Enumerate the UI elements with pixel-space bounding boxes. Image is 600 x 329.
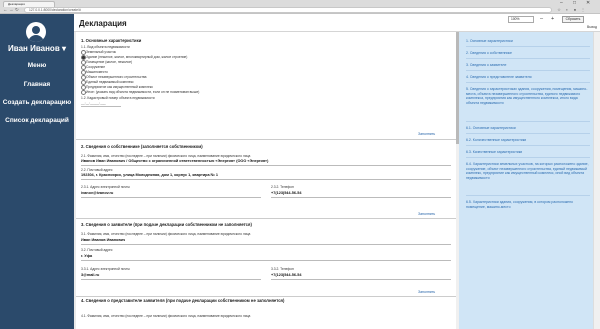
page-title: Декларация — [79, 19, 127, 28]
radio-premises[interactable]: Помещение (жилое, нежилое) — [81, 60, 132, 66]
field-underline — [81, 179, 451, 180]
owner-phone-field[interactable]: +7(123)544-56-54 — [271, 191, 302, 195]
toc-item[interactable]: 1. Основные характеристики — [466, 39, 590, 44]
owner-email-field[interactable]: ivanov@ivanov.ru — [81, 191, 113, 195]
exit-link[interactable]: Выход — [587, 25, 597, 29]
browser-chrome: Декларация – □ ✕ ← → ↻ 127.0.0.1:8000/de… — [0, 0, 600, 14]
toc-item[interactable]: 6.1. Основные характеристики — [466, 126, 590, 131]
sidebar-item-create-declaration[interactable]: Создать декларацию — [0, 99, 74, 106]
applicant-email-field[interactable]: 3@mail.ru — [81, 273, 99, 277]
profile-icon[interactable]: ● — [572, 7, 578, 13]
field-underline — [81, 279, 261, 280]
toc-divider — [466, 70, 590, 71]
toc-item[interactable]: 2. Сведения о собственнике — [466, 51, 590, 56]
owner-address-field[interactable]: 192304, г. Красноярск, улица Молодежная,… — [81, 173, 218, 177]
applicant-name-label: 3.1. Фамилия, имя, отчество (последнее –… — [81, 232, 251, 236]
sidebar-item-declaration-list[interactable]: Список деклараций — [0, 117, 74, 124]
owner-address-label: 2.2. Почтовый адрес — [81, 168, 113, 172]
applicant-email-label: 3.3.1. Адрес электронной почты — [81, 267, 130, 271]
applicant-phone-label: 3.3.2. Телефон — [271, 267, 294, 271]
page-header: Декларация 100% – + Сбросить Выход — [74, 14, 600, 32]
section-2-title: 2. Сведения о собственнике (заполняется … — [81, 144, 203, 149]
toc-divider — [466, 82, 590, 83]
section-1-fill-link[interactable]: Заполнить — [418, 132, 435, 136]
radio-other[interactable]: Иное: (указать вид объекта недвижимости,… — [81, 90, 199, 96]
toc-divider — [466, 157, 590, 158]
owner-name-field[interactable]: Иванов Иван Иванович / Общество с ограни… — [81, 159, 268, 163]
cadastral-underline — [81, 106, 121, 107]
toc-divider — [466, 121, 590, 122]
field-underline — [81, 165, 451, 166]
representative-name-label: 4.1. Фамилия, имя, отчество (последнее –… — [81, 314, 251, 318]
owner-email-label: 2.3.1. Адрес электронной почты — [81, 185, 130, 189]
toc-divider — [466, 133, 590, 134]
applicant-name-field[interactable]: Иван Иванов Иванович — [81, 238, 125, 242]
page-scrollbar[interactable] — [593, 32, 600, 329]
radio-unfinished-construction[interactable]: Объект незавершенного строительства — [81, 75, 147, 81]
section-3-title: 3. Сведения о заявителе (при подаче декл… — [81, 222, 252, 227]
sidebar: Иван Иванов ▾ Меню Главная Создать декла… — [0, 14, 74, 329]
user-menu[interactable]: Иван Иванов ▾ — [0, 44, 74, 53]
arrow-right-icon[interactable]: → — [9, 7, 14, 13]
cadastral-number-label: 1.2. Кадастровый номер объекта недвижимо… — [81, 96, 155, 100]
toc-item[interactable]: 3. Сведения о заявителе — [466, 63, 590, 68]
radio-unified-complex[interactable]: Единый недвижимый комплекс — [81, 80, 134, 86]
toc-item[interactable]: 6.4. Характеристики земельных участков, … — [466, 162, 590, 181]
toc-divider — [466, 46, 590, 47]
toc-item[interactable]: 5. Сведения о характеристиках здания, со… — [466, 87, 590, 106]
applicant-address-label: 3.2. Почтовый адрес — [81, 248, 113, 252]
user-name: Иван Иванов — [8, 44, 60, 53]
avatar — [26, 22, 46, 42]
field-underline — [81, 260, 451, 261]
toc-item[interactable]: 6.5. Характеристики здания, сооружения, … — [466, 200, 590, 209]
divider — [76, 139, 456, 140]
address-bar[interactable]: 127.0.0.1:8000/declaration/create/# — [24, 7, 552, 13]
extension-icon[interactable]: ▪ — [564, 7, 570, 13]
radio-enterprise-complex[interactable]: Предприятие как имущественный комплекс — [81, 85, 153, 91]
cadastral-number-input[interactable]: __:__:_____:___ — [81, 101, 106, 105]
minimize-icon[interactable]: – — [560, 0, 563, 6]
sidebar-item-menu[interactable]: Меню — [0, 62, 74, 69]
arrow-left-icon[interactable]: ← — [3, 7, 8, 13]
radio-building[interactable]: Здание (нежилое, жилое, многоквартирный … — [81, 55, 187, 61]
section-2-fill-link[interactable]: Заполнить — [418, 212, 435, 216]
toc-panel: 1. Основные характеристики 2. Сведения о… — [459, 32, 593, 329]
divider — [76, 218, 456, 219]
field-underline — [271, 197, 451, 198]
reset-zoom-button[interactable]: Сбросить — [562, 16, 584, 23]
toc-item[interactable]: 6.3. Качественные характеристики — [466, 150, 590, 155]
applicant-phone-field[interactable]: +7(123)544-56-54 — [271, 273, 302, 277]
section-3-fill-link[interactable]: Заполнить — [418, 290, 435, 294]
zoom-select[interactable]: 100% — [508, 16, 534, 23]
owner-phone-label: 2.3.2. Телефон — [271, 185, 294, 189]
field-underline — [271, 279, 451, 280]
radio-structure[interactable]: Сооружение — [81, 65, 105, 71]
sidebar-item-home[interactable]: Главная — [0, 81, 74, 88]
object-type-label: 1.1. Вид объекта недвижимости — [81, 45, 130, 49]
toc-divider — [466, 145, 590, 146]
maximize-icon[interactable]: □ — [573, 0, 576, 6]
zoom-out-button[interactable]: – — [540, 16, 543, 23]
field-underline — [81, 244, 451, 245]
toc-item[interactable]: 6.2. Количественные характеристики — [466, 138, 590, 143]
field-underline — [81, 197, 261, 198]
section-4-title: 4. Сведения о представителе заявителя (п… — [81, 298, 285, 303]
zoom-in-button[interactable]: + — [551, 16, 554, 23]
reload-icon[interactable]: ↻ — [15, 7, 19, 13]
radio-land-plot[interactable]: Земельный участок — [81, 50, 116, 56]
divider — [76, 296, 456, 297]
close-icon[interactable]: ✕ — [586, 0, 590, 6]
toc-divider — [466, 195, 590, 196]
toc-divider — [466, 58, 590, 59]
star-icon[interactable]: ☆ — [556, 7, 562, 13]
section-1-title: 1. Основные характеристики — [81, 38, 142, 43]
applicant-address-field[interactable]: г. Уфа — [81, 254, 92, 258]
owner-name-label: 2.1. Фамилия, имя, отчество (последнее –… — [81, 154, 251, 158]
radio-parking-space[interactable]: Машиноместо — [81, 70, 108, 76]
chevron-down-icon: ▾ — [61, 44, 66, 53]
menu-icon[interactable]: ⋮ — [580, 7, 586, 13]
toc-item[interactable]: 4. Сведения о представителе заявителя — [466, 75, 590, 80]
declaration-form: 1. Основные характеристики 1.1. Вид объе… — [76, 32, 456, 329]
